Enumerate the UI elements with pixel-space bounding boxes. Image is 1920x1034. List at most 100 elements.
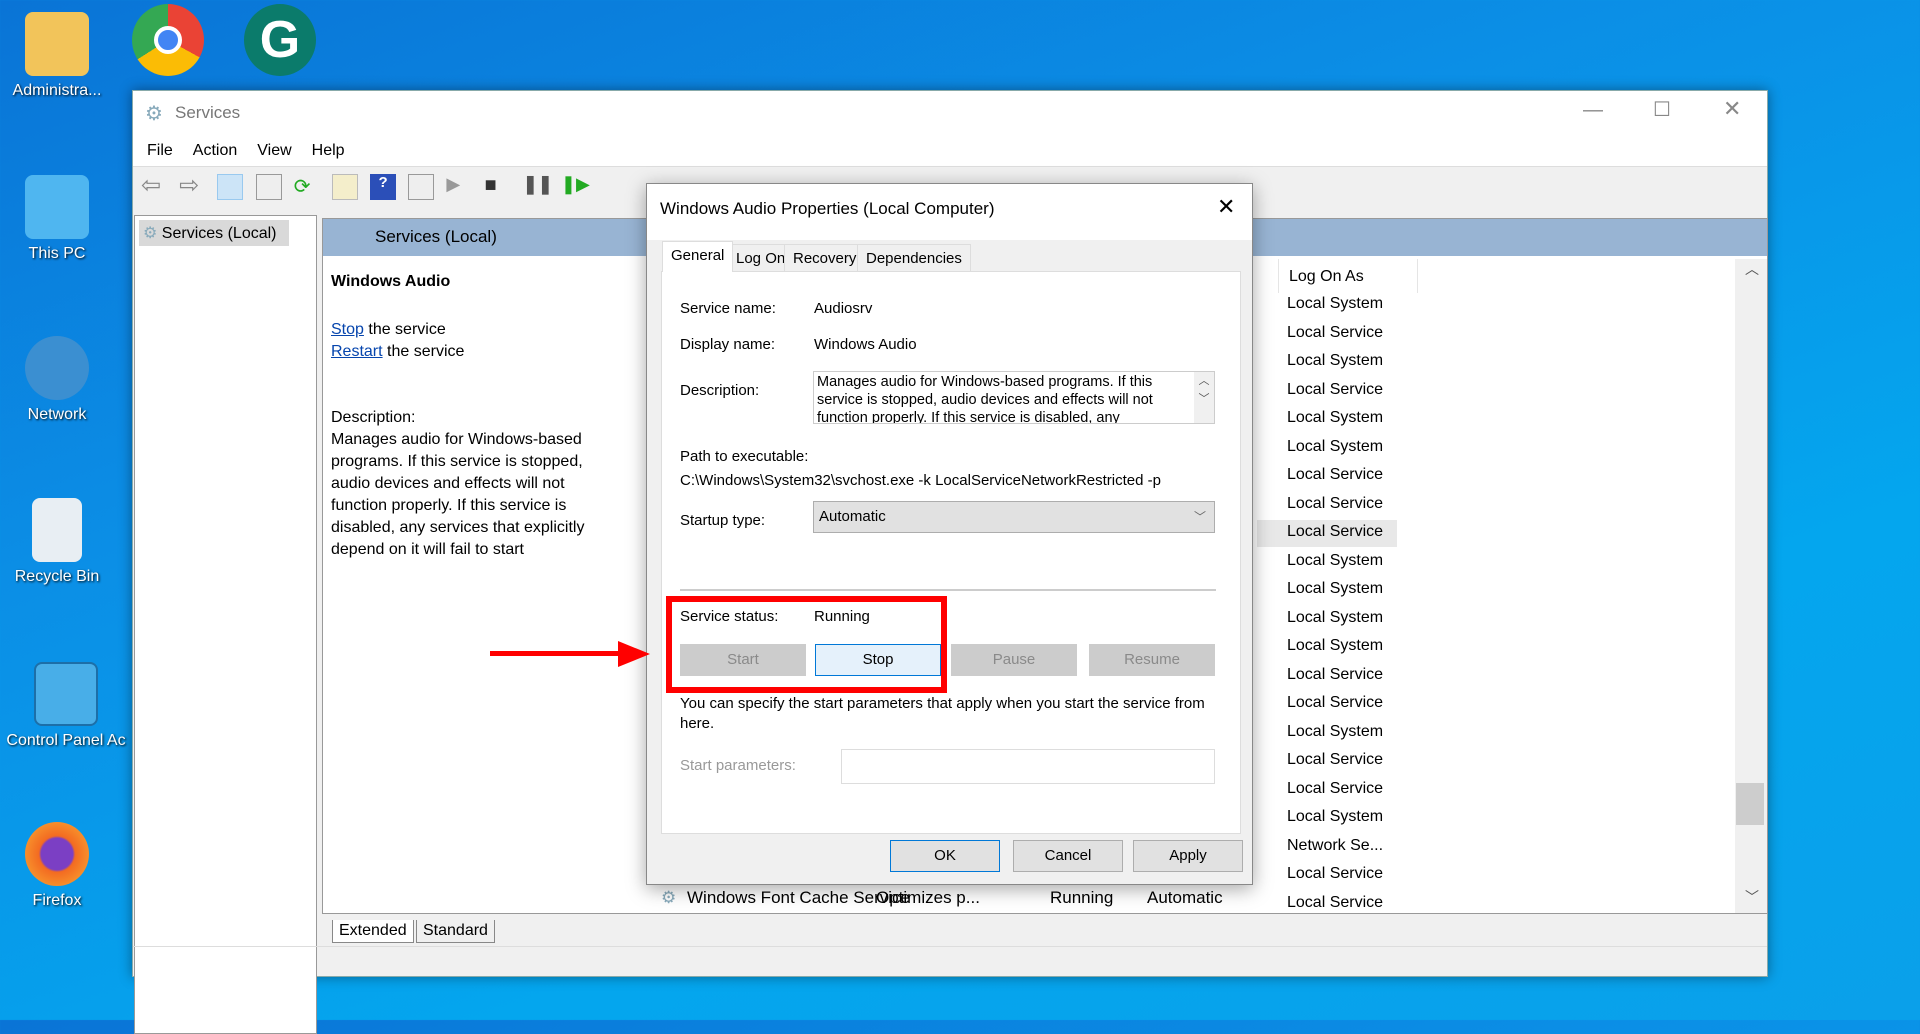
show-hide-tree-icon[interactable] bbox=[217, 174, 244, 200]
service-description: Manages audio for Windows-based programs… bbox=[331, 431, 585, 558]
export-list-icon[interactable] bbox=[331, 174, 358, 200]
user-folder-icon bbox=[25, 12, 89, 76]
log-on-as-cell[interactable]: Local System bbox=[1277, 549, 1397, 576]
properties-dialog: Windows Audio Properties (Local Computer… bbox=[646, 183, 1253, 885]
network-icon bbox=[25, 336, 89, 400]
back-icon[interactable]: ⇦ bbox=[141, 174, 167, 200]
menu-file[interactable]: File bbox=[137, 135, 183, 167]
tree-pane: ⚙ Services (Local) bbox=[134, 215, 317, 1034]
log-on-as-cell[interactable]: Local System bbox=[1277, 435, 1397, 462]
log-on-as-cell[interactable]: Local Service bbox=[1277, 492, 1397, 519]
log-on-as-cell[interactable]: Local System bbox=[1277, 720, 1397, 747]
grammarly-icon: G bbox=[244, 4, 316, 76]
help-icon[interactable]: ? bbox=[370, 174, 397, 200]
vertical-scrollbar[interactable]: ︿ ﹀ bbox=[1735, 259, 1767, 913]
log-on-as-cell[interactable]: Local Service bbox=[1277, 321, 1397, 348]
log-on-as-cell[interactable]: Local System bbox=[1277, 805, 1397, 832]
column-header-log-on-as[interactable]: Log On As bbox=[1278, 259, 1418, 293]
gear-icon: ⚙ bbox=[143, 225, 162, 242]
action-pane-icon[interactable] bbox=[408, 174, 435, 200]
tab-general[interactable]: General bbox=[662, 241, 734, 272]
close-button[interactable]: ✕ bbox=[1723, 96, 1741, 122]
log-on-as-cell[interactable]: Local System bbox=[1277, 406, 1397, 433]
window-title: Services bbox=[175, 103, 241, 122]
status-bar bbox=[133, 946, 1767, 977]
gear-icon: ⚙ bbox=[145, 103, 163, 125]
service-name-value: Audiosrv bbox=[814, 300, 873, 317]
desktop-icon-control-panel[interactable]: Control Panel Ac bbox=[0, 662, 132, 750]
start-parameters-input[interactable] bbox=[841, 749, 1215, 784]
highlight-box bbox=[666, 596, 947, 693]
chevron-down-icon: ﹀ bbox=[1193, 510, 1206, 524]
startup-type-select[interactable]: Automatic ﹀ bbox=[813, 501, 1215, 533]
properties-icon[interactable] bbox=[255, 174, 282, 200]
desktop-icon-administrator[interactable]: Administra... bbox=[2, 12, 112, 100]
resume-button[interactable]: Resume bbox=[1089, 644, 1215, 676]
cancel-button[interactable]: Cancel bbox=[1013, 840, 1123, 872]
desktop-icon-firefox[interactable]: Firefox bbox=[2, 822, 112, 910]
desktop-icon-this-pc[interactable]: This PC bbox=[2, 175, 112, 263]
general-tab-panel: Service name: Audiosrv Display name: Win… bbox=[661, 271, 1241, 834]
restart-service-icon[interactable]: ❚▶ bbox=[561, 174, 590, 200]
table-row[interactable]: ⚙ Windows Font Cache Service Optimizes p… bbox=[661, 888, 1223, 908]
restart-link[interactable]: Restart bbox=[331, 343, 383, 360]
maximize-button[interactable]: ☐ bbox=[1653, 97, 1671, 122]
dialog-title-bar: Windows Audio Properties (Local Computer… bbox=[647, 184, 1252, 240]
tree-item-services-local[interactable]: ⚙ Services (Local) bbox=[139, 220, 289, 246]
log-on-as-cell[interactable]: Local Service bbox=[1257, 520, 1397, 547]
desktop-icon-network[interactable]: Network bbox=[2, 336, 112, 424]
chrome-icon bbox=[132, 4, 204, 76]
computer-icon bbox=[25, 175, 89, 239]
log-on-as-cell[interactable]: Local System bbox=[1277, 606, 1397, 633]
tab-extended[interactable]: Extended bbox=[332, 920, 414, 943]
selected-service-title: Windows Audio bbox=[331, 273, 451, 290]
log-on-as-cell[interactable]: Local System bbox=[1277, 634, 1397, 661]
log-on-as-cell[interactable]: Local Service bbox=[1277, 663, 1397, 690]
log-on-as-cell[interactable]: Local Service bbox=[1277, 691, 1397, 718]
minimize-button[interactable]: — bbox=[1583, 99, 1603, 122]
stop-link[interactable]: Stop bbox=[331, 321, 364, 338]
pause-button[interactable]: Pause bbox=[951, 644, 1077, 676]
ok-button[interactable]: OK bbox=[890, 840, 1000, 872]
log-on-as-cell[interactable]: Local Service bbox=[1277, 463, 1397, 490]
tab-recovery[interactable]: Recovery bbox=[784, 244, 866, 271]
control-panel-icon bbox=[34, 662, 98, 726]
forward-icon[interactable]: ⇨ bbox=[179, 174, 205, 200]
start-service-icon[interactable]: ▶ bbox=[446, 174, 472, 200]
title-bar: ⚙ Services — ☐ ✕ bbox=[133, 91, 1767, 135]
scrollbar-thumb[interactable] bbox=[1736, 783, 1764, 825]
arrow-head-icon bbox=[618, 641, 650, 667]
log-on-as-cell[interactable]: Local System bbox=[1277, 349, 1397, 376]
log-on-as-cell[interactable]: Local Service bbox=[1277, 891, 1397, 918]
log-on-as-cell[interactable]: Local Service bbox=[1277, 748, 1397, 775]
dialog-close-button[interactable]: ✕ bbox=[1217, 194, 1235, 220]
apply-button[interactable]: Apply bbox=[1133, 840, 1243, 872]
gear-icon: ⚙ bbox=[661, 888, 677, 907]
log-on-as-cell[interactable]: Local Service bbox=[1277, 862, 1397, 889]
log-on-as-cell[interactable]: Local System bbox=[1277, 292, 1397, 319]
tab-dependencies[interactable]: Dependencies bbox=[857, 244, 971, 271]
recycle-bin-icon bbox=[32, 498, 82, 562]
desktop-icon-recycle-bin[interactable]: Recycle Bin bbox=[2, 498, 112, 586]
dialog-title: Windows Audio Properties (Local Computer… bbox=[660, 199, 995, 218]
menu-action[interactable]: Action bbox=[183, 135, 247, 167]
separator bbox=[680, 589, 1216, 591]
refresh-icon[interactable]: ⟳ bbox=[294, 174, 320, 200]
pause-service-icon[interactable]: ❚❚ bbox=[523, 174, 553, 200]
tab-standard[interactable]: Standard bbox=[416, 920, 495, 943]
description-scrollbar[interactable]: ︿ ﹀ bbox=[1194, 372, 1214, 423]
menu-view[interactable]: View bbox=[247, 135, 301, 167]
log-on-as-cell[interactable]: Local Service bbox=[1277, 378, 1397, 405]
desktop-icon-chrome[interactable] bbox=[113, 4, 223, 82]
menu-help[interactable]: Help bbox=[302, 135, 355, 167]
log-on-as-cell[interactable]: Local Service bbox=[1277, 777, 1397, 804]
menu-bar: File Action View Help bbox=[133, 135, 1767, 167]
firefox-icon bbox=[25, 822, 89, 886]
stop-service-icon[interactable]: ■ bbox=[485, 174, 511, 200]
desktop-icon-grammarly[interactable]: G bbox=[225, 4, 335, 82]
path-value: C:\Windows\System32\svchost.exe -k Local… bbox=[680, 472, 1161, 489]
display-name-value: Windows Audio bbox=[814, 336, 917, 353]
description-textbox[interactable]: Manages audio for Windows-based programs… bbox=[813, 371, 1215, 424]
log-on-as-cell[interactable]: Network Se... bbox=[1277, 834, 1397, 861]
log-on-as-cell[interactable]: Local System bbox=[1277, 577, 1397, 604]
